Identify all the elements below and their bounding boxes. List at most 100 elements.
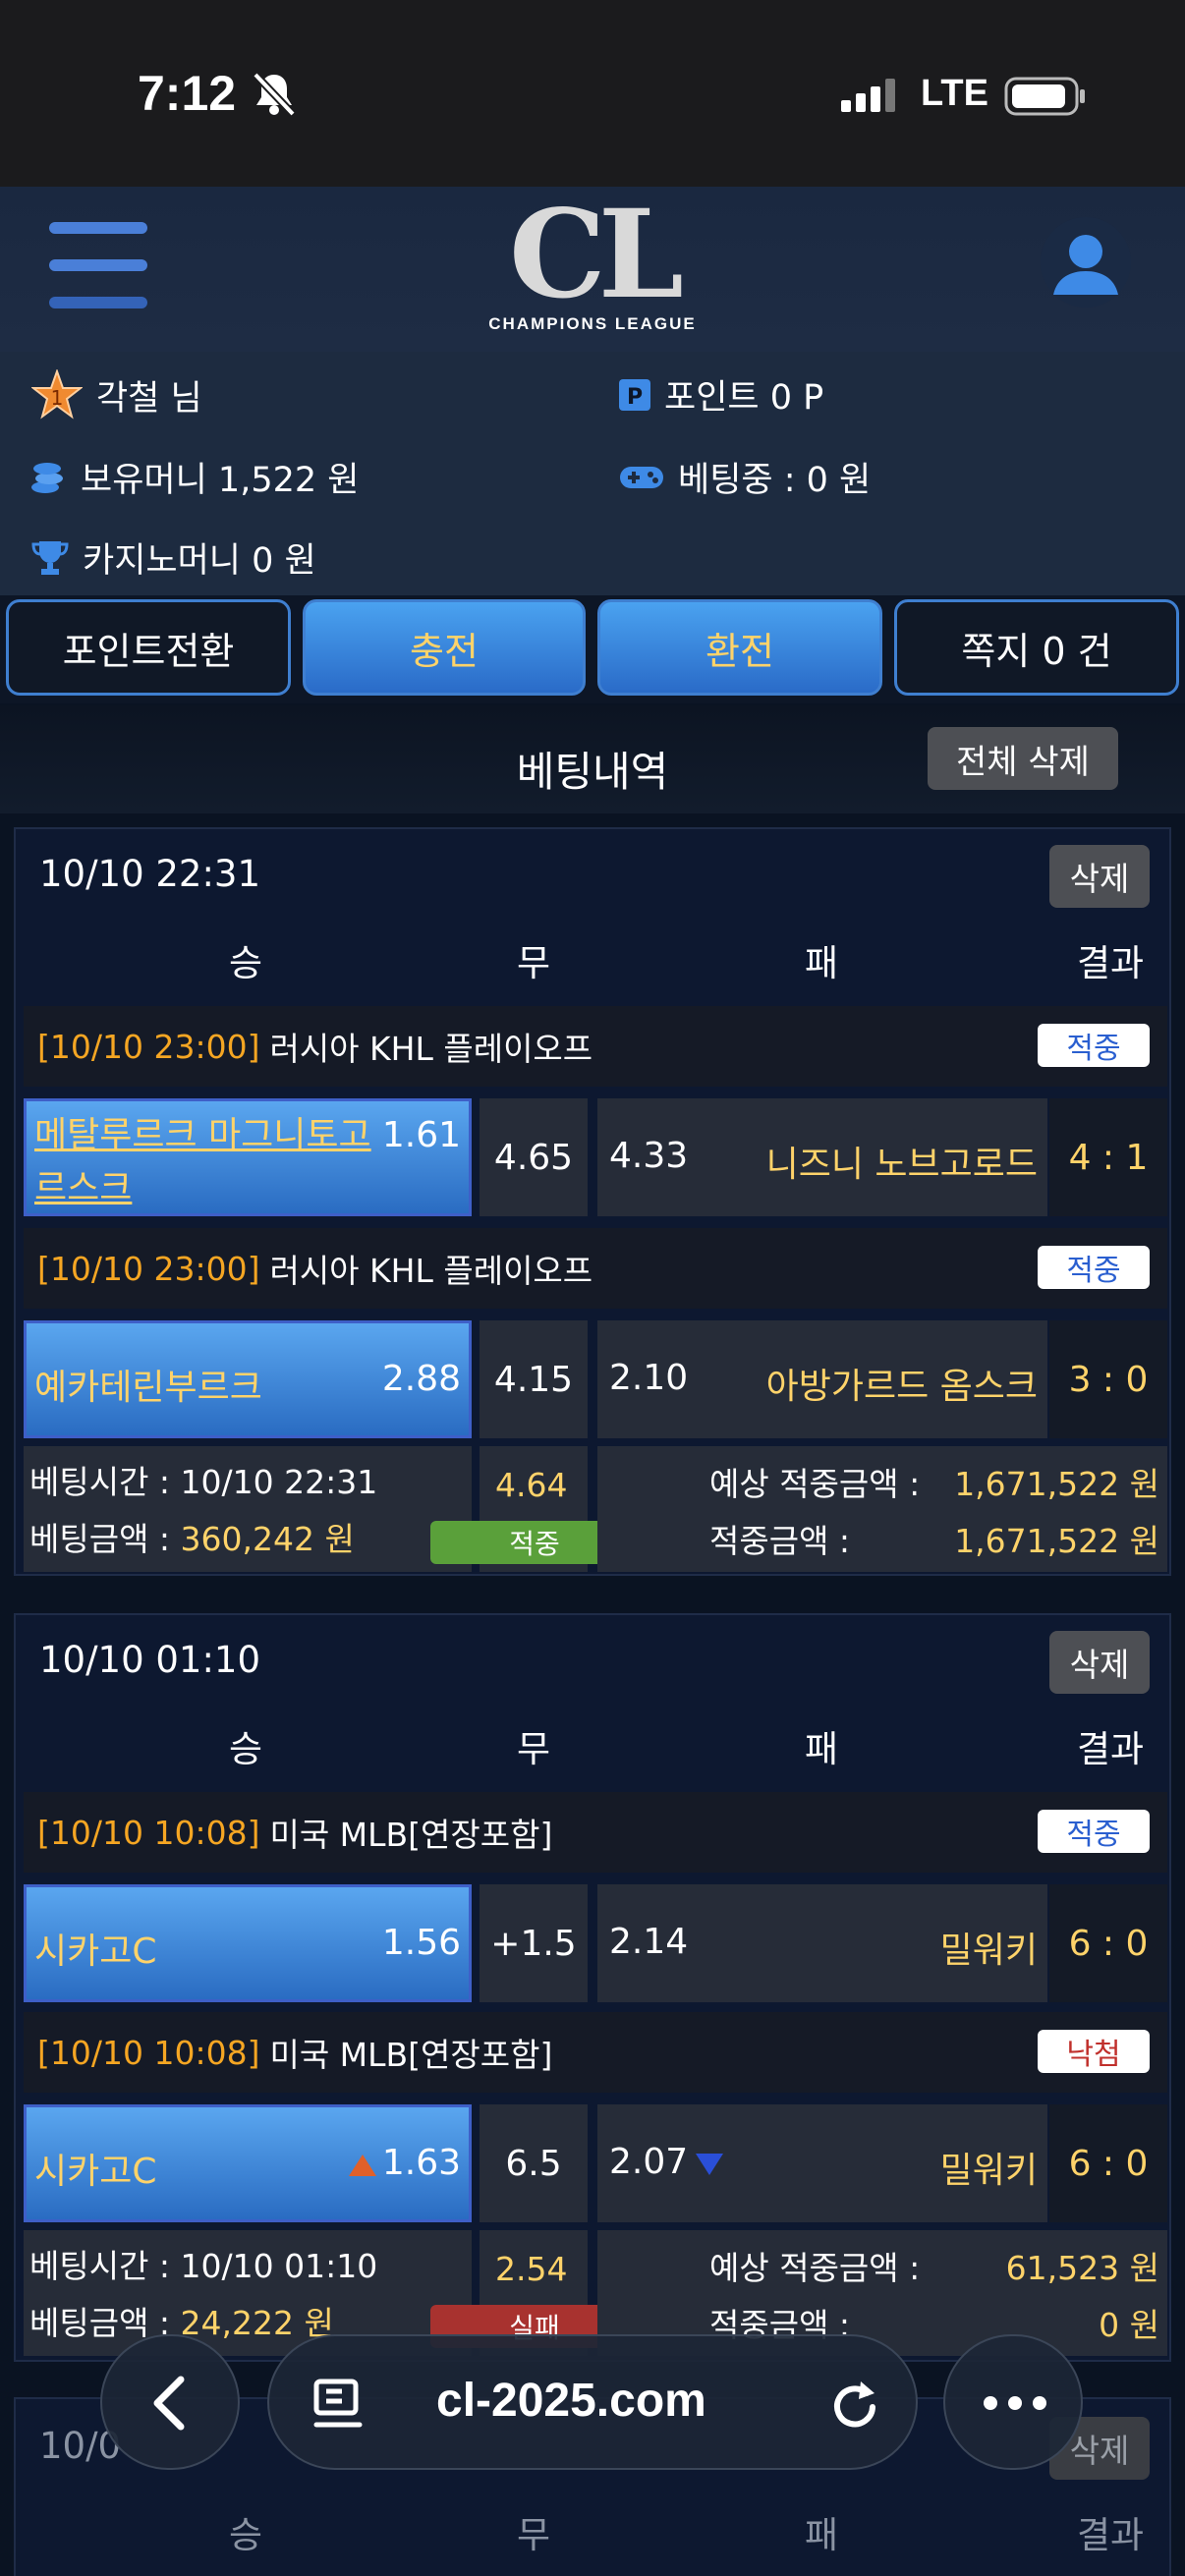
home-odds: 1.63 [381, 2143, 461, 2183]
point-icon: P [619, 378, 650, 411]
money-value: 보유머니 1,522 원 [81, 461, 360, 500]
game-score: 3 : 0 [1049, 1320, 1167, 1438]
col-win: 승 [228, 942, 263, 984]
away-team-odds[interactable]: 2.07 밀워키 [597, 2104, 1047, 2222]
network-label: LTE [921, 73, 988, 114]
bet-amount: 360,242 원 [180, 1520, 355, 1558]
silent-bell-icon [253, 72, 296, 117]
rank-star-icon: 1 [31, 369, 83, 420]
away-odds: 2.07 [609, 2142, 689, 2182]
home-team-odds[interactable]: 메탈루르크 마그니토고르스크 1.61 [24, 1098, 472, 1216]
logo-mark: CL [509, 184, 684, 326]
win-amount: 0 원 [1099, 2306, 1159, 2344]
delete-bet-button[interactable]: 삭제 [1049, 845, 1150, 908]
away-team-name: 밀워키 [939, 2151, 1038, 2191]
browser-url: cl-2025.com [436, 2375, 706, 2427]
game-date: [10/10 23:00] [37, 1249, 260, 1288]
home-odds: 1.61 [381, 1115, 461, 1155]
handicap-value[interactable]: +1.5 [480, 1884, 588, 2002]
bet-amount: 24,222 원 [180, 2304, 334, 2342]
bet-amount-row: 베팅금액 : 360,242 원 [29, 1513, 355, 1560]
casino-row: 카지노머니 0 원 [31, 532, 316, 583]
total-odds: 2.54 [495, 2250, 568, 2288]
col-result: 결과 [1076, 2514, 1145, 2556]
bet-summary-left: 베팅시간 : 10/10 22:31 베팅금액 : 360,242 원 [24, 1446, 472, 1572]
total-odds: 4.64 [495, 1466, 568, 1504]
withdraw-button[interactable]: 환전 [597, 599, 882, 696]
home-team-odds[interactable]: 시카고C 1.63 [24, 2104, 472, 2222]
gamepad-icon [620, 466, 663, 488]
messages-button[interactable]: 쪽지 0 건 [894, 599, 1179, 696]
expected-amount: 61,523 원 [1005, 2249, 1159, 2287]
league-row: [10/10 23:00] 러시아 KHL 플레이오프 적중 [24, 1006, 1167, 1087]
betting-value: 베팅중 : 0 원 [678, 461, 872, 500]
point-row: P 포인트 0 P [619, 369, 823, 420]
status-badge: 낙첨 [1038, 2030, 1150, 2073]
status-badge: 적중 [1038, 1024, 1150, 1067]
delete-all-button[interactable]: 전체 삭제 [928, 727, 1118, 790]
away-team-odds[interactable]: 2.10 아방가르드 옴스크 [597, 1320, 1047, 1438]
status-badge: 적중 [1038, 1246, 1150, 1289]
away-odds: 2.14 [609, 1922, 689, 1962]
battery-icon [1004, 77, 1085, 116]
page-menu-icon [313, 2379, 363, 2428]
away-team-name: 아방가르드 옴스크 [765, 1367, 1038, 1407]
bet-datetime: 10/10 22:31 [39, 853, 261, 895]
draw-odds[interactable]: 4.65 [480, 1098, 588, 1216]
home-team-odds[interactable]: 예카테린부르크 2.88 [24, 1320, 472, 1438]
away-team-name: 밀워키 [939, 1931, 1038, 1971]
win-label: 적중금액 : [709, 1522, 851, 1560]
league-name: 미국 MLB[연장포함] [269, 2036, 553, 2074]
signal-icon [841, 79, 895, 112]
home-team-name: 메탈루르크 마그니토고르스크 [34, 1115, 371, 1208]
delete-bet-button[interactable]: 삭제 [1049, 1631, 1150, 1694]
away-team-name: 니즈니 노브고로드 [765, 1145, 1038, 1185]
away-team-odds[interactable]: 2.14 밀워키 [597, 1884, 1047, 2002]
deposit-button[interactable]: 충전 [303, 599, 586, 696]
col-draw: 무 [516, 1728, 551, 1770]
money-row: 보유머니 1,522 원 [29, 452, 359, 502]
win-amount: 1,671,522 원 [954, 1522, 1159, 1560]
league-row: [10/10 10:08] 미국 MLB[연장포함] 적중 [24, 1792, 1167, 1873]
trophy-icon [31, 540, 69, 575]
col-lose: 패 [804, 942, 839, 984]
away-odds: 2.10 [609, 1358, 689, 1398]
game-score: 4 : 1 [1049, 1098, 1167, 1216]
user-avatar-icon[interactable] [1040, 216, 1132, 308]
expected-label: 예상 적중금액 : [709, 1465, 921, 1503]
home-team-name: 시카고C [34, 2152, 157, 2192]
odds-down-arrow-icon [696, 2154, 723, 2175]
svg-text:P: P [627, 385, 643, 410]
col-draw: 무 [516, 942, 551, 984]
away-odds: 4.33 [609, 1136, 689, 1176]
site-logo[interactable]: CL CHAMPIONS LEAGUE [472, 184, 713, 346]
point-convert-button[interactable]: 포인트전환 [6, 599, 291, 696]
chevron-left-icon [153, 2376, 185, 2431]
coins-icon [31, 462, 63, 493]
over-under-value[interactable]: 6.5 [480, 2104, 588, 2222]
bet-time: 베팅시간 : 10/10 01:10 [29, 2247, 378, 2285]
reload-icon[interactable] [831, 2376, 882, 2433]
home-team-name: 예카테린부르크 [34, 1368, 262, 1408]
home-team-odds[interactable]: 시카고C 1.56 [24, 1884, 472, 2002]
menu-icon[interactable] [49, 222, 149, 310]
browser-address-bar[interactable]: cl-2025.com [267, 2334, 918, 2470]
game-date: [10/10 23:00] [37, 1027, 260, 1066]
status-time: 7:12 [138, 66, 237, 121]
rank-number: 1 [51, 386, 64, 410]
user-name: 각철 님 [96, 378, 202, 419]
away-team-odds[interactable]: 4.33 니즈니 노브고로드 [597, 1098, 1047, 1216]
league-row: [10/10 23:00] 러시아 KHL 플레이오프 적중 [24, 1228, 1167, 1309]
bet-datetime: 10/10 01:10 [39, 1639, 261, 1681]
browser-more-button[interactable] [943, 2334, 1083, 2470]
col-result: 결과 [1076, 1728, 1145, 1770]
game-score: 6 : 0 [1049, 1884, 1167, 2002]
home-odds: 2.88 [381, 1359, 461, 1399]
browser-back-button[interactable] [100, 2334, 240, 2470]
bet-summary-right: 예상 적중금액 : 1,671,522 원 적중금액 : 1,671,522 원 [597, 1446, 1167, 1572]
odds-up-arrow-icon [349, 2155, 376, 2176]
draw-odds[interactable]: 4.15 [480, 1320, 588, 1438]
expected-amount: 1,671,522 원 [954, 1465, 1159, 1503]
col-result: 결과 [1076, 942, 1145, 984]
game-score: 6 : 0 [1049, 2104, 1167, 2222]
